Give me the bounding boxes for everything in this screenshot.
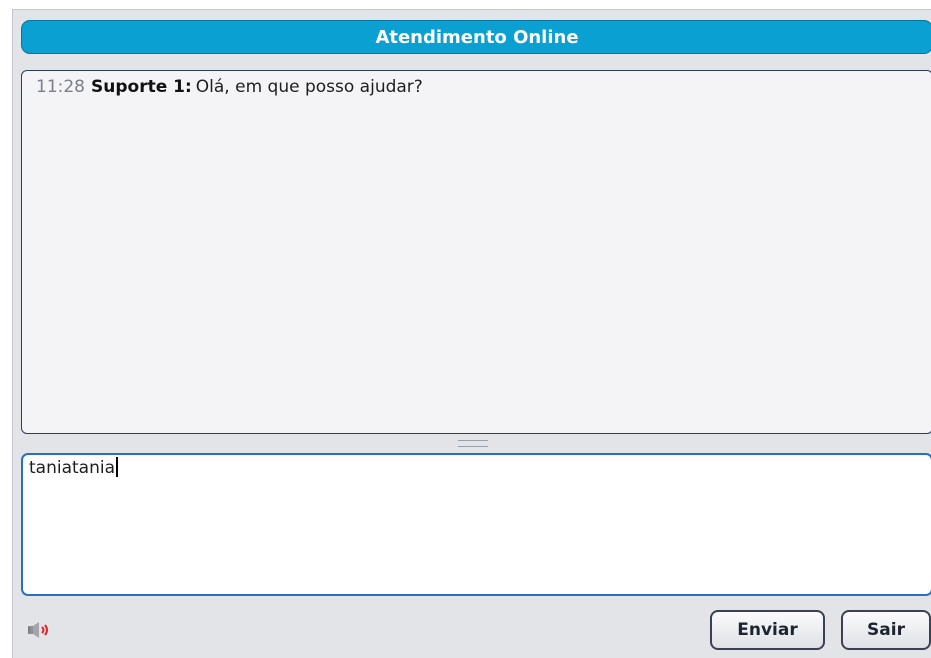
exit-button[interactable]: Sair [841,610,931,650]
message-input[interactable]: taniatania [21,453,931,596]
speaker-icon[interactable] [27,621,51,639]
message-text: Olá, em que posso ajudar? [195,77,423,97]
message-input-text: taniatania [29,458,115,478]
window-title: Atendimento Online [375,26,579,48]
message-history[interactable]: 11:28 Suporte 1: Olá, em que posso ajudar? [21,70,931,434]
message-author: Suporte 1: [91,77,192,97]
chat-window: Atendimento Online 11:28 Suporte 1: Olá, e… [12,9,931,658]
message-time: 11:28 [36,77,85,97]
text-caret [116,457,118,477]
message: 11:28 Suporte 1: Olá, em que posso ajudar? [36,77,918,97]
title-bar: Atendimento Online [21,20,931,54]
panel-resize-handle[interactable] [458,440,488,447]
send-button[interactable]: Enviar [710,610,825,650]
